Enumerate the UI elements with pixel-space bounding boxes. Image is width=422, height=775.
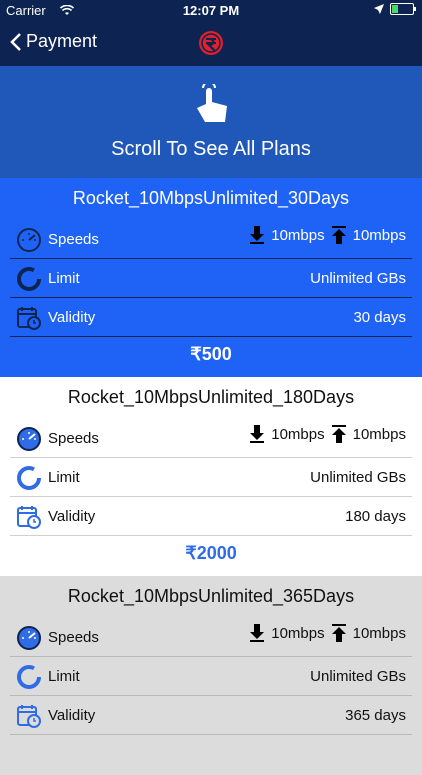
calendar-clock-icon — [17, 307, 41, 330]
limit-value: Unlimited GBs — [310, 469, 406, 486]
scroll-hint-title: Scroll To See All Plans — [111, 138, 311, 160]
battery-icon — [390, 3, 416, 15]
upload-speed: 10mbps — [352, 624, 406, 642]
download-arrow-icon — [250, 425, 265, 443]
plan-price: ₹2000 — [185, 543, 237, 563]
limit-label: Limit — [48, 668, 80, 685]
download-speed: 10mbps — [271, 226, 325, 244]
validity-row: Validity 180 days — [0, 497, 422, 535]
upload-speed: 10mbps — [352, 226, 406, 244]
speeds-values: 10mbps 10mbps — [247, 424, 406, 444]
speeds-label: Speeds — [48, 231, 99, 248]
plan-card-365-days[interactable]: Rocket_10MbpsUnlimited_365Days Speeds 10… — [0, 576, 422, 775]
download-speed: 10mbps — [271, 624, 325, 642]
plan-price: ₹500 — [190, 344, 232, 364]
limit-row: Limit Unlimited GBs — [0, 657, 422, 695]
upload-arrow-icon — [331, 425, 346, 443]
limit-value: Unlimited GBs — [310, 270, 406, 287]
limit-circle-icon — [17, 665, 41, 689]
back-chevron-icon — [10, 32, 21, 51]
speeds-label: Speeds — [48, 430, 99, 447]
tap-hand-icon — [197, 84, 227, 122]
limit-label: Limit — [48, 270, 80, 287]
plan-name: Rocket_10MbpsUnlimited_30Days — [72, 188, 350, 208]
calendar-clock-icon — [17, 506, 41, 529]
speeds-row: Speeds 10mbps 10mbps — [0, 220, 422, 258]
navigation-bar: Payment — [0, 22, 422, 66]
validity-value: 180 days — [345, 508, 406, 525]
scroll-hint-banner: Scroll To See All Plans — [0, 66, 422, 178]
divider — [10, 336, 412, 337]
speeds-label: Speeds — [48, 629, 99, 646]
upload-arrow-icon — [331, 624, 346, 642]
calendar-clock-icon — [17, 705, 41, 728]
download-arrow-icon — [250, 226, 265, 244]
plan-name: Rocket_10MbpsUnlimited_365Days — [67, 586, 355, 606]
location-arrow-icon — [374, 4, 384, 14]
upload-speed: 10mbps — [352, 425, 406, 443]
plan-card-30-days[interactable]: Rocket_10MbpsUnlimited_30Days Speeds 10m… — [0, 178, 422, 377]
validity-label: Validity — [48, 508, 96, 525]
back-button[interactable]: Payment — [10, 31, 97, 52]
rupee-logo-icon — [199, 31, 223, 55]
status-bar: Carrier 12:07 PM — [0, 0, 422, 22]
speedometer-icon — [17, 427, 41, 451]
limit-circle-icon — [17, 267, 41, 291]
download-speed: 10mbps — [271, 425, 325, 443]
validity-row: Validity 365 days — [0, 696, 422, 734]
status-time: 12:07 PM — [182, 3, 240, 18]
plan-card-180-days[interactable]: Rocket_10MbpsUnlimited_180Days Speeds 10… — [0, 377, 422, 576]
validity-label: Validity — [48, 707, 96, 724]
limit-row: Limit Unlimited GBs — [0, 259, 422, 297]
speeds-values: 10mbps 10mbps — [247, 623, 406, 643]
limit-label: Limit — [48, 469, 80, 486]
validity-row: Validity 30 days — [0, 298, 422, 336]
download-arrow-icon — [250, 624, 265, 642]
speeds-row: Speeds 10mbps 10mbps — [0, 419, 422, 457]
speeds-row: Speeds 10mbps 10mbps — [0, 618, 422, 656]
limit-circle-icon — [17, 466, 41, 490]
validity-label: Validity — [48, 309, 96, 326]
limit-row: Limit Unlimited GBs — [0, 458, 422, 496]
plan-name: Rocket_10MbpsUnlimited_180Days — [67, 387, 355, 407]
status-right — [374, 3, 416, 15]
validity-value: 365 days — [345, 707, 406, 724]
divider — [10, 535, 412, 536]
upload-arrow-icon — [331, 226, 346, 244]
back-label: Payment — [26, 31, 98, 51]
limit-value: Unlimited GBs — [310, 668, 406, 685]
speedometer-icon — [17, 626, 41, 650]
validity-value: 30 days — [353, 309, 406, 326]
speedometer-icon — [17, 228, 41, 252]
divider — [10, 734, 412, 735]
speeds-values: 10mbps 10mbps — [247, 225, 406, 245]
